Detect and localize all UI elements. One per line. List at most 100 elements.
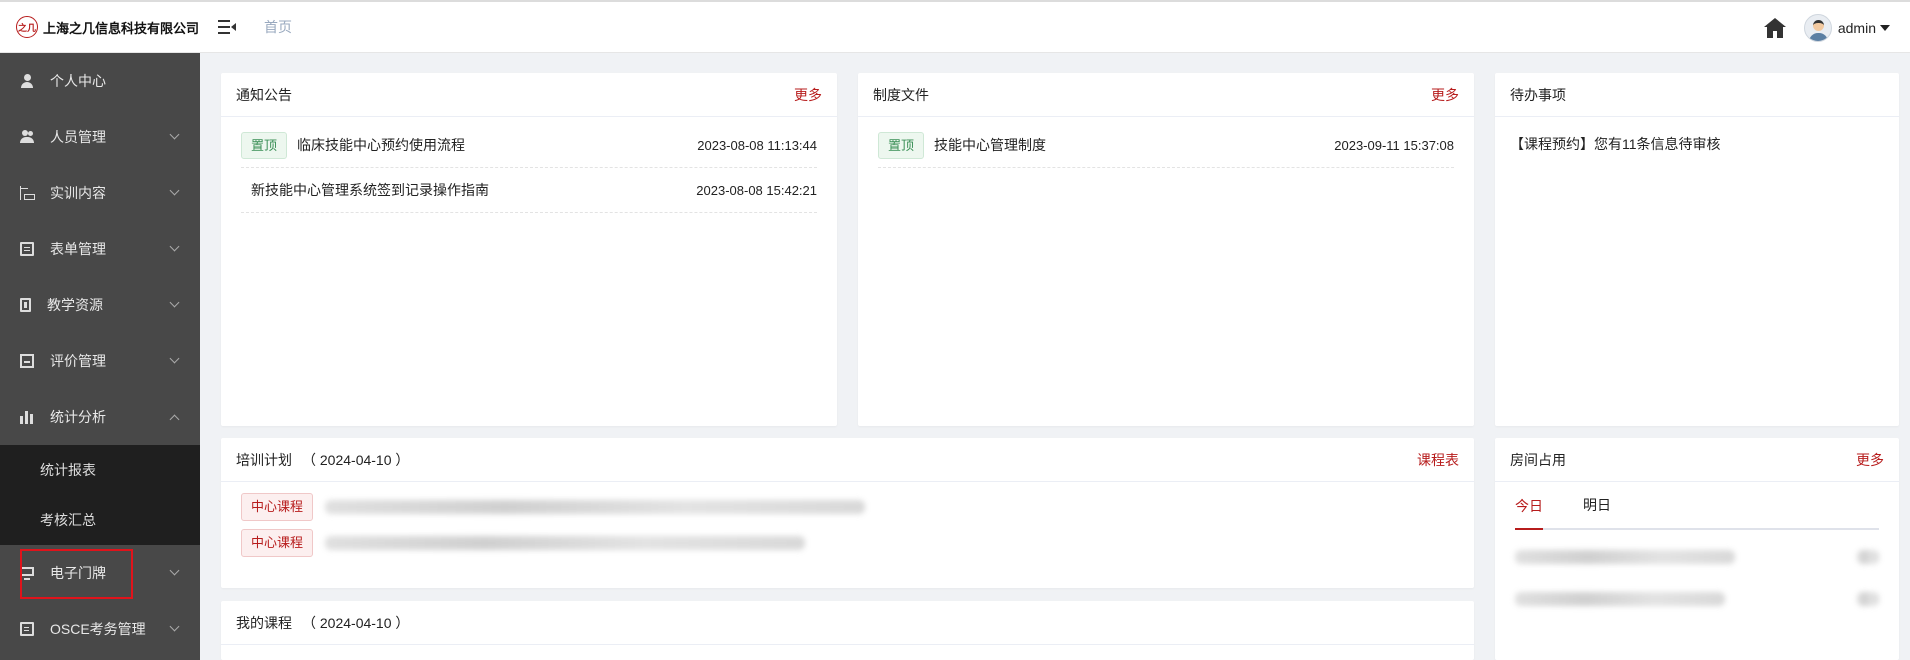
rules-more-link[interactable]: 更多 xyxy=(1431,85,1459,105)
blurred-room-info xyxy=(1515,550,1735,564)
room-title: 房间占用 xyxy=(1510,451,1566,468)
room-more-link[interactable]: 更多 xyxy=(1856,450,1884,470)
form-icon xyxy=(20,242,34,256)
sidebar-item-personal-center[interactable]: 个人中心 xyxy=(0,53,200,109)
mycourse-card-header: 我的课程（ 2024-04-10 ） xyxy=(221,601,1474,645)
list-item[interactable] xyxy=(1515,578,1879,620)
user-icon xyxy=(20,74,34,88)
home-icon[interactable] xyxy=(1763,17,1786,38)
room-card-header: 房间占用 更多 xyxy=(1495,438,1899,482)
sidebar-item-label: 教学资源 xyxy=(47,297,103,313)
sidebar-subitem-exam-summary[interactable]: 考核汇总 xyxy=(0,495,200,545)
chevron-down-icon xyxy=(169,621,180,632)
notice-card-header: 通知公告 更多 xyxy=(221,73,837,117)
blurred-room-count xyxy=(1857,550,1879,564)
chevron-down-icon xyxy=(169,241,180,252)
notice-item-title[interactable]: 新技能中心管理系统签到记录操作指南 xyxy=(251,180,489,200)
mycourse-date: （ 2024-04-10 ） xyxy=(302,614,410,631)
rules-card-header: 制度文件 更多 xyxy=(858,73,1474,117)
evaluation-icon xyxy=(20,354,34,368)
sidebar-item-label: 个人中心 xyxy=(50,73,106,89)
notice-item-time: 2023-08-08 15:42:21 xyxy=(696,182,817,198)
schedule-link[interactable]: 课程表 xyxy=(1417,450,1459,470)
book-icon xyxy=(20,298,31,312)
mycourse-title: 我的课程（ 2024-04-10 ） xyxy=(236,614,410,631)
tab-today[interactable]: 今日 xyxy=(1515,482,1543,530)
sidebar-item-label: OSCE考务管理 xyxy=(50,621,146,637)
tab-tomorrow[interactable]: 明日 xyxy=(1583,481,1611,529)
sidebar-item-label: 电子门牌 xyxy=(50,565,106,581)
todo-card-header: 待办事项 xyxy=(1495,73,1899,117)
top-bar: 之几 上海之几信息科技有限公司 首页 admin xyxy=(0,0,1910,53)
user-name[interactable]: admin xyxy=(1838,20,1876,36)
list-item[interactable]: 中心课程 xyxy=(221,525,1474,561)
center-course-tag: 中心课程 xyxy=(241,493,314,521)
chevron-up-icon xyxy=(169,414,180,425)
sidebar: 个人中心 人员管理 实训内容 表单管理 教学资源 评价管理 统计分析 统计报表 … xyxy=(0,53,200,660)
sidebar-item-e-doorplate[interactable]: 电子门牌 xyxy=(0,545,200,601)
blurred-course-info xyxy=(325,536,806,550)
list-item[interactable]: 新技能中心管理系统签到记录操作指南 2023-08-08 15:42:21 xyxy=(241,168,817,213)
notice-item-title[interactable]: 临床技能中心预约使用流程 xyxy=(297,135,465,155)
notice-card: 通知公告 更多 置顶 临床技能中心预约使用流程 2023-08-08 11:13… xyxy=(221,73,837,426)
chevron-down-icon xyxy=(169,185,180,196)
todo-card: 待办事项 【课程预约】您有11条信息待审核 xyxy=(1495,73,1899,426)
chevron-down-icon xyxy=(169,129,180,140)
chevron-down-icon xyxy=(169,353,180,364)
collapse-menu-icon[interactable] xyxy=(218,20,236,34)
sidebar-item-osce-management[interactable]: OSCE考务管理 xyxy=(0,601,200,657)
sidebar-item-staff-management[interactable]: 人员管理 xyxy=(0,109,200,165)
avatar[interactable] xyxy=(1803,13,1832,42)
list-item[interactable]: 置顶 技能中心管理制度 2023-09-11 15:37:08 xyxy=(878,123,1454,168)
monitor-icon xyxy=(20,566,34,580)
training-title: 培训计划（ 2024-04-10 ） xyxy=(236,451,410,468)
pinned-badge: 置顶 xyxy=(241,131,288,159)
caret-down-icon[interactable] xyxy=(1880,24,1890,31)
rules-item-time: 2023-09-11 15:37:08 xyxy=(1334,137,1454,153)
rules-card: 制度文件 更多 置顶 技能中心管理制度 2023-09-11 15:37:08 xyxy=(858,73,1474,426)
room-tabs: 今日 明日 xyxy=(1515,482,1879,530)
sidebar-item-evaluation-management[interactable]: 评价管理 xyxy=(0,333,200,389)
sidebar-item-teaching-resources[interactable]: 教学资源 xyxy=(0,277,200,333)
tree-icon xyxy=(20,186,35,200)
blurred-room-count xyxy=(1857,592,1879,606)
blurred-room-info xyxy=(1515,592,1725,606)
company-name: 上海之几信息科技有限公司 xyxy=(43,20,200,36)
sidebar-item-training-content[interactable]: 实训内容 xyxy=(0,165,200,221)
users-icon xyxy=(20,130,34,144)
notice-more-link[interactable]: 更多 xyxy=(794,85,822,105)
room-occupancy-card: 房间占用 更多 今日 明日 xyxy=(1495,438,1899,660)
notice-item-time: 2023-08-08 11:13:44 xyxy=(697,137,817,153)
training-date: （ 2024-04-10 ） xyxy=(302,451,410,468)
my-courses-card: 我的课程（ 2024-04-10 ） xyxy=(221,601,1474,660)
list-item[interactable]: 中心课程 xyxy=(221,489,1474,525)
user-area: admin xyxy=(1763,2,1890,53)
todo-title: 待办事项 xyxy=(1510,86,1566,103)
sidebar-item-label: 实训内容 xyxy=(50,185,106,201)
sidebar-item-label: 评价管理 xyxy=(50,353,106,369)
bar-chart-icon xyxy=(20,410,34,424)
list-item[interactable] xyxy=(1515,536,1879,578)
sidebar-item-form-management[interactable]: 表单管理 xyxy=(0,221,200,277)
chevron-down-icon xyxy=(169,297,180,308)
sidebar-item-statistics[interactable]: 统计分析 xyxy=(0,389,200,445)
todo-item[interactable]: 【课程预约】您有11条信息待审核 xyxy=(1495,117,1899,171)
breadcrumb[interactable]: 首页 xyxy=(264,17,292,37)
sidebar-item-label: 统计分析 xyxy=(50,409,106,425)
document-icon xyxy=(20,622,34,636)
chevron-down-icon xyxy=(169,565,180,576)
rules-title: 制度文件 xyxy=(873,86,929,103)
notice-title: 通知公告 xyxy=(236,86,292,103)
sidebar-item-label: 表单管理 xyxy=(50,241,106,257)
training-plan-card: 培训计划（ 2024-04-10 ） 课程表 中心课程 中心课程 xyxy=(221,438,1474,588)
training-card-header: 培训计划（ 2024-04-10 ） 课程表 xyxy=(221,438,1474,482)
list-item[interactable]: 置顶 临床技能中心预约使用流程 2023-08-08 11:13:44 xyxy=(241,123,817,168)
logo-mark-icon: 之几 xyxy=(16,16,38,38)
center-course-tag: 中心课程 xyxy=(241,529,314,557)
blurred-course-info xyxy=(325,500,866,514)
rules-item-title[interactable]: 技能中心管理制度 xyxy=(934,135,1046,155)
statistics-submenu: 统计报表 考核汇总 xyxy=(0,445,200,545)
sidebar-subitem-stat-report[interactable]: 统计报表 xyxy=(0,445,200,495)
sidebar-item-label: 人员管理 xyxy=(50,129,106,145)
company-logo[interactable]: 之几 上海之几信息科技有限公司 xyxy=(0,16,200,38)
